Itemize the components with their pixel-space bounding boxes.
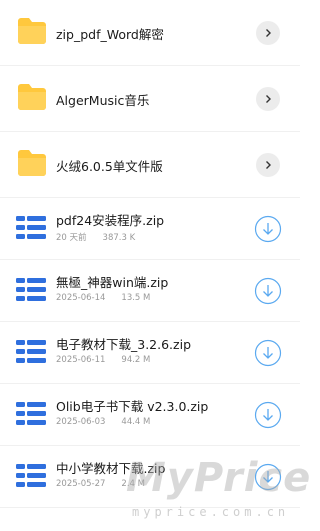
file-row[interactable]: pdf24安装程序.zip 20 天前 387.3 K <box>0 198 300 260</box>
open-folder-button[interactable] <box>256 21 280 45</box>
folder-icon <box>18 150 46 176</box>
file-row[interactable]: 电子教材下载_3.2.6.zip 2025-06-11 94.2 M <box>0 322 300 384</box>
file-name: 电子教材下载_3.2.6.zip <box>56 337 191 352</box>
download-icon[interactable] <box>254 215 282 243</box>
folder-icon <box>18 84 46 110</box>
download-icon[interactable] <box>254 401 282 429</box>
folder-row[interactable]: AlgerMusic音乐 <box>0 66 300 132</box>
file-size: 44.4 M <box>121 417 151 427</box>
folder-row[interactable]: 火绒6.0.5单文件版 <box>0 132 300 198</box>
file-row[interactable]: Olib电子书下载 v2.3.0.zip 2025-06-03 44.4 M <box>0 384 300 446</box>
archive-file-icon <box>16 402 46 425</box>
chevron-right-icon <box>266 95 271 103</box>
folder-row[interactable]: zip_pdf_Word解密 <box>0 0 300 66</box>
chevron-right-icon <box>266 161 271 169</box>
download-icon[interactable] <box>254 463 282 491</box>
file-meta: 2025-06-14 13.5 M <box>56 293 166 303</box>
folder-name: 火绒6.0.5单文件版 <box>56 159 163 174</box>
file-row[interactable]: 中小学教材下载.zip 2025-05-27 2.4 M <box>0 446 300 508</box>
file-size: 387.3 K <box>102 233 136 243</box>
file-size: 2.4 M <box>121 479 145 489</box>
file-date: 2025-06-03 <box>56 417 106 427</box>
file-date: 20 天前 <box>56 233 87 243</box>
file-size: 13.5 M <box>121 293 151 303</box>
file-name: pdf24安装程序.zip <box>56 213 165 228</box>
file-name: Olib电子书下载 v2.3.0.zip <box>56 399 209 414</box>
download-icon[interactable] <box>254 277 282 305</box>
file-name: 無極_神器win端.zip <box>56 275 169 290</box>
file-meta: 2025-06-03 44.4 M <box>56 417 166 427</box>
open-folder-button[interactable] <box>256 153 280 177</box>
archive-file-icon <box>16 464 46 487</box>
folder-name: zip_pdf_Word解密 <box>56 27 164 42</box>
file-meta: 2025-05-27 2.4 M <box>56 479 161 489</box>
folder-icon <box>18 18 46 44</box>
file-list: zip_pdf_Word解密 AlgerMusic音乐 火绒6.0.5单文件版 <box>0 0 300 508</box>
file-date: 2025-06-14 <box>56 293 106 303</box>
chevron-right-icon <box>266 29 271 37</box>
archive-file-icon <box>16 278 46 301</box>
archive-file-icon <box>16 340 46 363</box>
folder-name: AlgerMusic音乐 <box>56 93 150 108</box>
file-name: 中小学教材下载.zip <box>56 461 166 476</box>
file-size: 94.2 M <box>121 355 151 365</box>
file-meta: 20 天前 387.3 K <box>56 231 151 243</box>
file-meta: 2025-06-11 94.2 M <box>56 355 166 365</box>
open-folder-button[interactable] <box>256 87 280 111</box>
download-icon[interactable] <box>254 339 282 367</box>
file-row[interactable]: 無極_神器win端.zip 2025-06-14 13.5 M <box>0 260 300 322</box>
file-date: 2025-05-27 <box>56 479 106 489</box>
archive-file-icon <box>16 216 46 239</box>
file-date: 2025-06-11 <box>56 355 106 365</box>
